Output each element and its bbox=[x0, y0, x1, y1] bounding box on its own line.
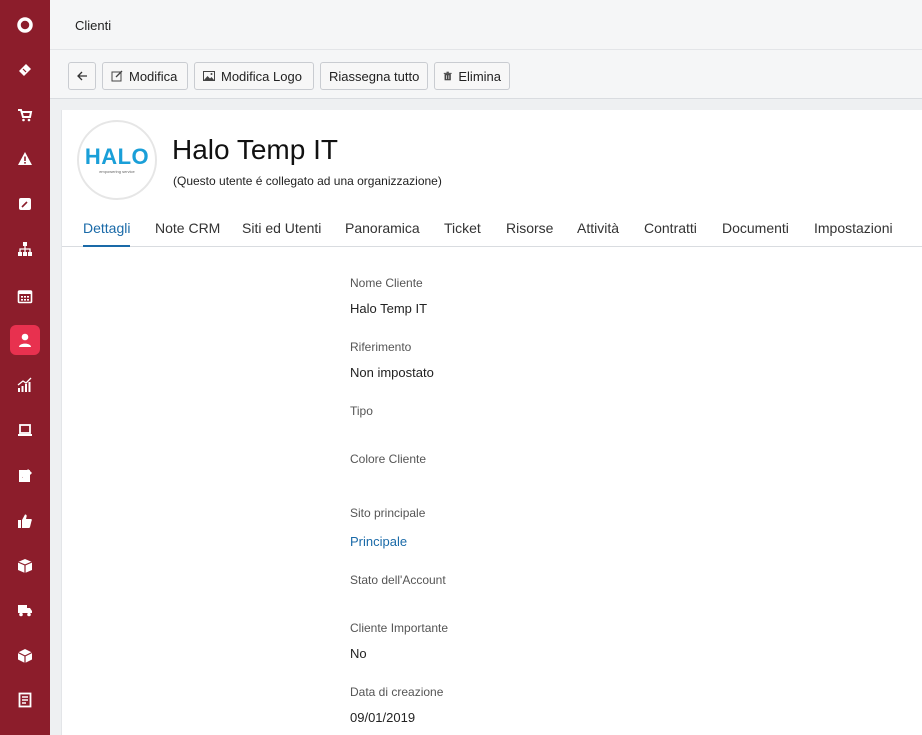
sidebar-item-tickets[interactable] bbox=[10, 55, 40, 85]
thumbs-up-icon bbox=[18, 514, 32, 528]
circle-logo-icon bbox=[17, 17, 33, 33]
colore-cliente-label: Colore Cliente bbox=[350, 452, 427, 466]
back-button[interactable] bbox=[68, 62, 96, 90]
client-logo-text: HALO bbox=[84, 144, 150, 169]
box-icon bbox=[17, 559, 33, 573]
sito-principale-link[interactable]: Principale bbox=[350, 534, 407, 549]
tab-dettagli[interactable]: Dettagli bbox=[83, 220, 131, 247]
edit-icon bbox=[111, 70, 123, 82]
sidebar-item-inventory[interactable] bbox=[10, 641, 40, 671]
tab-attivita[interactable]: Attività bbox=[577, 220, 619, 247]
truck-icon bbox=[18, 605, 32, 617]
arrow-left-icon bbox=[77, 71, 87, 81]
laptop-icon bbox=[18, 424, 32, 436]
delete-button[interactable]: Elimina bbox=[434, 62, 510, 90]
toolbar: Modifica Modifica Logo Riassegna tutto E… bbox=[50, 50, 922, 99]
nome-cliente-value: Halo Temp IT bbox=[350, 301, 428, 316]
stato-account-label: Stato dell'Account bbox=[350, 573, 446, 587]
report-icon bbox=[18, 692, 32, 708]
tab-siti-ed-utenti[interactable]: Siti ed Utenti bbox=[242, 220, 321, 247]
edit-note-icon bbox=[19, 198, 31, 210]
sidebar-item-home[interactable] bbox=[10, 10, 40, 40]
org-chart-icon bbox=[18, 242, 32, 256]
sidebar-item-clients[interactable] bbox=[10, 325, 40, 355]
sidebar-item-calendar[interactable] bbox=[10, 281, 40, 311]
data-creazione-value: 09/01/2019 bbox=[350, 710, 416, 725]
client-logo-tagline: empowering service bbox=[99, 169, 135, 174]
tab-documenti[interactable]: Documenti bbox=[722, 220, 789, 247]
edit-logo-button[interactable]: Modifica Logo bbox=[194, 62, 314, 90]
client-name: Halo Temp IT bbox=[172, 134, 338, 165]
tab-ticket[interactable]: Ticket bbox=[444, 220, 481, 247]
chart-icon bbox=[17, 377, 32, 392]
warning-icon bbox=[18, 152, 32, 165]
riferimento-value: Non impostato bbox=[350, 365, 434, 380]
sidebar-item-documents[interactable] bbox=[10, 461, 40, 491]
tab-panoramica[interactable]: Panoramica bbox=[345, 220, 420, 247]
ticket-icon bbox=[19, 64, 31, 76]
delete-button-label: Elimina bbox=[458, 68, 501, 84]
cliente-importante-value: No bbox=[350, 646, 367, 661]
sidebar-item-feedback[interactable] bbox=[10, 506, 40, 536]
trash-icon bbox=[443, 71, 452, 81]
package-icon bbox=[17, 649, 33, 663]
sidebar-item-reports[interactable] bbox=[10, 370, 40, 400]
data-creazione-label: Data di creazione bbox=[350, 685, 444, 699]
reassign-all-button-label: Riassegna tutto bbox=[329, 68, 420, 84]
sidebar-item-products[interactable] bbox=[10, 551, 40, 581]
sidebar-item-sales[interactable] bbox=[10, 100, 40, 130]
sidebar-item-alerts[interactable] bbox=[10, 144, 40, 174]
reassign-all-button[interactable]: Riassegna tutto bbox=[320, 62, 428, 90]
tab-contratti[interactable]: Contratti bbox=[644, 220, 697, 247]
edit-button-label: Modifica bbox=[129, 68, 178, 84]
edit-logo-button-label: Modifica Logo bbox=[221, 68, 302, 84]
calendar-icon bbox=[17, 290, 33, 304]
client-subtitle: (Questo utente é collegato ad una organi… bbox=[173, 174, 442, 188]
client-card: HALO empowering service Halo Temp IT (Qu… bbox=[61, 110, 922, 735]
sidebar-item-shipping[interactable] bbox=[10, 595, 40, 625]
client-logo: HALO empowering service bbox=[77, 120, 157, 200]
cart-icon bbox=[18, 109, 33, 122]
sidebar-item-organization[interactable] bbox=[10, 234, 40, 264]
edit-button[interactable]: Modifica bbox=[102, 62, 188, 90]
sito-principale-label: Sito principale bbox=[350, 506, 426, 520]
sidebar-item-invoices[interactable] bbox=[10, 685, 40, 715]
page-title: Clienti bbox=[75, 18, 112, 33]
sidebar bbox=[0, 0, 50, 735]
tab-note-crm[interactable]: Note CRM bbox=[155, 220, 220, 247]
tab-impostazioni[interactable]: Impostazioni bbox=[814, 220, 893, 247]
tab-bar: Dettagli Note CRM Siti ed Utenti Panoram… bbox=[62, 210, 922, 247]
riferimento-label: Riferimento bbox=[350, 340, 412, 354]
sidebar-item-assets[interactable] bbox=[10, 415, 40, 445]
tab-risorse[interactable]: Risorse bbox=[506, 220, 553, 247]
user-icon bbox=[19, 333, 31, 347]
sidebar-item-notes[interactable] bbox=[10, 189, 40, 219]
tipo-label: Tipo bbox=[350, 404, 373, 418]
cliente-importante-label: Cliente Importante bbox=[350, 621, 449, 635]
nome-cliente-label: Nome Cliente bbox=[350, 276, 423, 290]
page-header: Clienti bbox=[50, 0, 922, 50]
image-icon bbox=[203, 71, 215, 81]
document-edit-icon bbox=[19, 469, 32, 482]
